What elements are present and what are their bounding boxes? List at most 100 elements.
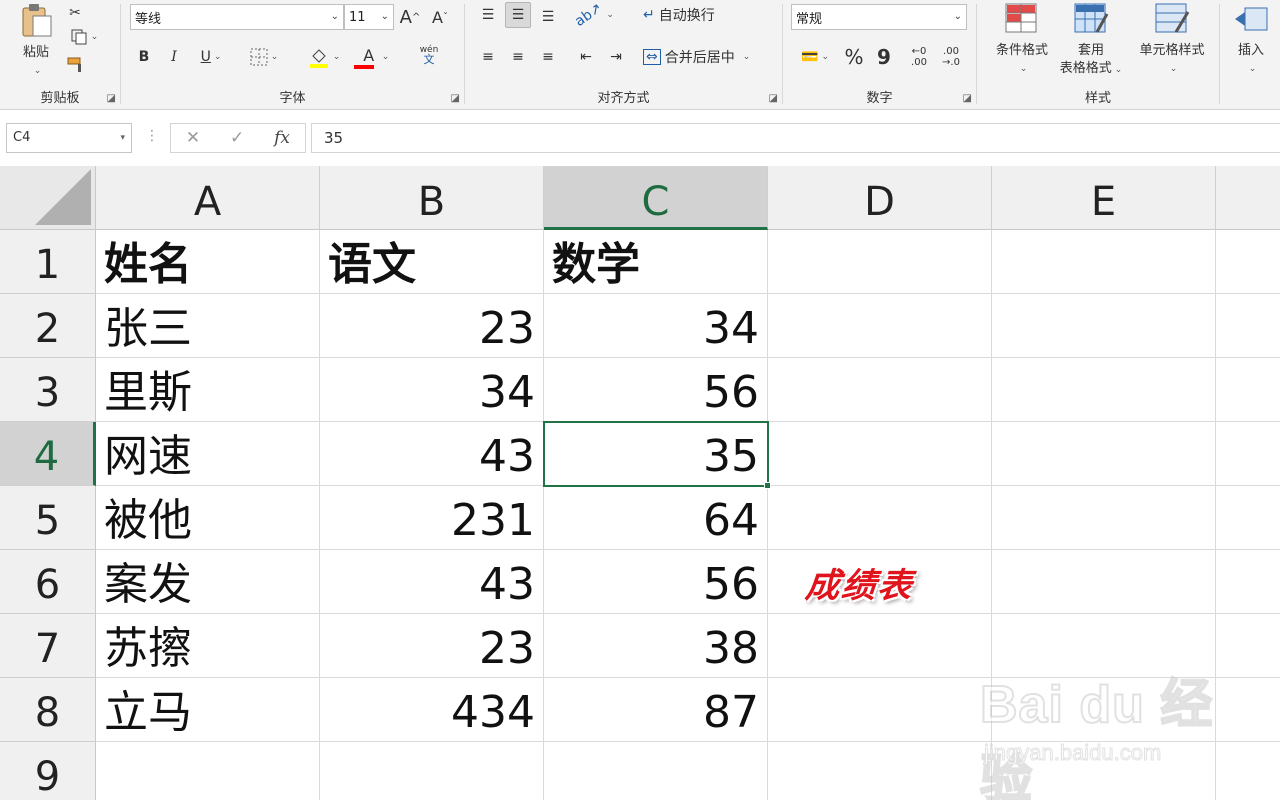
increase-decimal-button[interactable]: ←0 .00 bbox=[905, 44, 933, 70]
alignment-launcher-icon[interactable]: ◪ bbox=[769, 93, 778, 104]
increase-indent-icon[interactable]: ⇥ bbox=[603, 44, 629, 70]
cell-a3[interactable]: 里斯 bbox=[96, 358, 320, 422]
cell-b8[interactable]: 434 bbox=[320, 678, 544, 742]
cell-d8[interactable] bbox=[768, 678, 992, 742]
cell-styles-button[interactable]: 单元格样式 ⌄ bbox=[1129, 0, 1215, 78]
formula-input[interactable]: 35 bbox=[311, 123, 1280, 153]
cancel-icon[interactable]: ✕ bbox=[186, 128, 200, 148]
copy-button[interactable]: ⌄ bbox=[64, 24, 104, 50]
column-header-e[interactable]: E bbox=[992, 166, 1216, 230]
cell-e8[interactable] bbox=[992, 678, 1216, 742]
cell-d3[interactable] bbox=[768, 358, 992, 422]
cell-f2[interactable] bbox=[1216, 294, 1280, 358]
font-color-button[interactable]: A ⌄ bbox=[351, 44, 397, 70]
column-header-a[interactable]: A bbox=[96, 166, 320, 230]
cell-f8[interactable] bbox=[1216, 678, 1280, 742]
fill-handle[interactable] bbox=[764, 482, 771, 489]
cell-a7[interactable]: 苏擦 bbox=[96, 614, 320, 678]
comma-style-button[interactable]: 9 bbox=[871, 44, 897, 70]
phonetic-button[interactable]: wén 文 bbox=[405, 42, 453, 68]
percent-button[interactable]: % bbox=[841, 44, 867, 70]
cell-d2[interactable] bbox=[768, 294, 992, 358]
align-top-icon[interactable]: ☰ bbox=[475, 2, 501, 28]
cell-a6[interactable]: 案发 bbox=[96, 550, 320, 614]
decrease-decimal-button[interactable]: .00 →.0 bbox=[937, 44, 965, 70]
cell-c3[interactable]: 56 bbox=[544, 358, 768, 422]
cell-b7[interactable]: 23 bbox=[320, 614, 544, 678]
cut-icon[interactable]: ✂ bbox=[64, 0, 86, 26]
cell-e9[interactable] bbox=[992, 742, 1216, 800]
cell-b1[interactable]: 语文 bbox=[320, 230, 544, 294]
cell-e1[interactable] bbox=[992, 230, 1216, 294]
column-header-c[interactable]: C bbox=[544, 166, 768, 230]
align-bottom-icon[interactable]: ☰ bbox=[535, 4, 561, 30]
fill-color-button[interactable]: ⌄ bbox=[301, 44, 347, 70]
cell-b9[interactable] bbox=[320, 742, 544, 800]
insert-function-icon[interactable]: fx bbox=[274, 128, 290, 148]
cell-d7[interactable] bbox=[768, 614, 992, 678]
cell-f6[interactable] bbox=[1216, 550, 1280, 614]
cell-e6[interactable] bbox=[992, 550, 1216, 614]
cell-f4[interactable] bbox=[1216, 422, 1280, 486]
row-header-5[interactable]: 5 bbox=[0, 486, 96, 550]
row-header-8[interactable]: 8 bbox=[0, 678, 96, 742]
paste-dropdown-icon[interactable]: ⌄ bbox=[15, 62, 60, 80]
align-left-icon[interactable]: ≡ bbox=[475, 44, 501, 70]
bold-button[interactable]: B bbox=[131, 44, 157, 70]
cell-d9[interactable] bbox=[768, 742, 992, 800]
cell-e3[interactable] bbox=[992, 358, 1216, 422]
font-name-combo[interactable]: 等线 ⌄ bbox=[130, 4, 344, 30]
row-header-7[interactable]: 7 bbox=[0, 614, 96, 678]
row-header-9[interactable]: 9 bbox=[0, 742, 96, 800]
cell-f7[interactable] bbox=[1216, 614, 1280, 678]
cell-a9[interactable] bbox=[96, 742, 320, 800]
font-launcher-icon[interactable]: ◪ bbox=[451, 93, 460, 104]
cell-e4[interactable] bbox=[992, 422, 1216, 486]
cell-b2[interactable]: 23 bbox=[320, 294, 544, 358]
cell-a1[interactable]: 姓名 bbox=[96, 230, 320, 294]
underline-button[interactable]: U ⌄ bbox=[191, 44, 231, 70]
select-all-button[interactable] bbox=[0, 166, 96, 230]
italic-button[interactable]: I bbox=[161, 44, 187, 70]
column-header-b[interactable]: B bbox=[320, 166, 544, 230]
number-launcher-icon[interactable]: ◪ bbox=[963, 93, 972, 104]
decrease-indent-icon[interactable]: ⇤ bbox=[573, 44, 599, 70]
cell-c1[interactable]: 数学 bbox=[544, 230, 768, 294]
cell-e5[interactable] bbox=[992, 486, 1216, 550]
wrap-text-button[interactable]: ↵ 自动换行 bbox=[643, 2, 733, 28]
cell-f1[interactable] bbox=[1216, 230, 1280, 294]
row-header-2[interactable]: 2 bbox=[0, 294, 96, 358]
align-center-icon[interactable]: ≡ bbox=[505, 44, 531, 70]
copy-dropdown-icon[interactable]: ⌄ bbox=[91, 32, 99, 42]
cell-a2[interactable]: 张三 bbox=[96, 294, 320, 358]
cell-a5[interactable]: 被他 bbox=[96, 486, 320, 550]
accounting-format-button[interactable]: 💳 ⌄ bbox=[793, 44, 837, 70]
grow-font-button[interactable]: A ^ bbox=[397, 4, 423, 30]
cell-c4[interactable]: 35 bbox=[544, 422, 768, 486]
cell-b4[interactable]: 43 bbox=[320, 422, 544, 486]
cell-b6[interactable]: 43 bbox=[320, 550, 544, 614]
column-header-f[interactable] bbox=[1216, 166, 1280, 230]
column-header-d[interactable]: D bbox=[768, 166, 992, 230]
cell-f3[interactable] bbox=[1216, 358, 1280, 422]
cell-b5[interactable]: 231 bbox=[320, 486, 544, 550]
cell-a8[interactable]: 立马 bbox=[96, 678, 320, 742]
format-painter-icon[interactable] bbox=[64, 52, 88, 78]
format-as-table-button[interactable]: 套用 表格格式 ⌄ bbox=[1051, 0, 1131, 79]
number-format-combo[interactable]: 常规 ⌄ bbox=[791, 4, 967, 30]
font-size-combo[interactable]: 11 ⌄ bbox=[344, 4, 394, 30]
cell-d1[interactable] bbox=[768, 230, 992, 294]
name-box[interactable]: C4 ▾ bbox=[6, 123, 132, 153]
row-header-4[interactable]: 4 bbox=[0, 422, 96, 486]
cell-c5[interactable]: 64 bbox=[544, 486, 768, 550]
paste-button[interactable]: 粘贴 ⌄ bbox=[12, 0, 60, 80]
cell-c8[interactable]: 87 bbox=[544, 678, 768, 742]
merge-center-button[interactable]: ⇔ 合并后居中 ⌄ bbox=[643, 44, 773, 70]
cell-f9[interactable] bbox=[1216, 742, 1280, 800]
cell-c6[interactable]: 56 bbox=[544, 550, 768, 614]
row-header-1[interactable]: 1 bbox=[0, 230, 96, 294]
shrink-font-button[interactable]: Aˇ bbox=[427, 4, 453, 30]
orientation-button[interactable]: ab↗ ⌄ bbox=[572, 0, 615, 30]
insert-button[interactable]: 插入 ⌄ bbox=[1226, 0, 1276, 78]
row-header-6[interactable]: 6 bbox=[0, 550, 96, 614]
